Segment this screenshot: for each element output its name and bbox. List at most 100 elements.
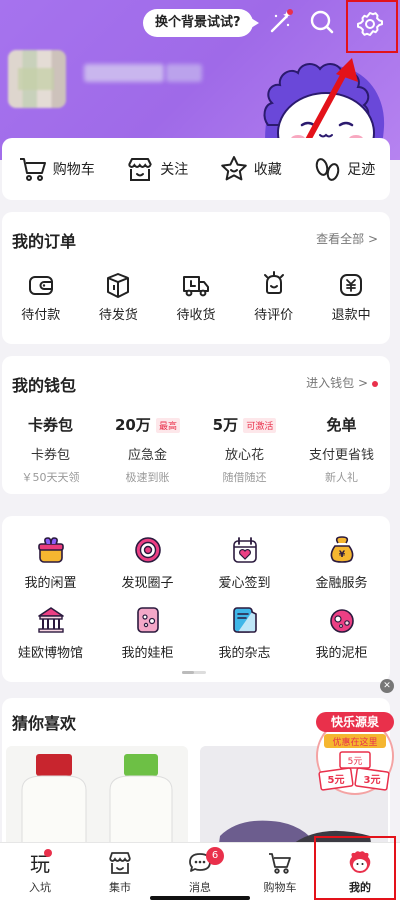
tab-cart-label: 购物车 (263, 881, 297, 894)
magazine-icon (232, 607, 257, 633)
promo-coupon-left: 5元 (328, 774, 345, 786)
doll-cabinet-icon (136, 607, 159, 633)
wallet-free-order-value: 免单 (326, 416, 357, 434)
quick-follow[interactable]: 关注 (124, 153, 188, 185)
tab-messages[interactable]: 6 消息 (160, 843, 240, 902)
clay-cabinet-icon (329, 609, 354, 633)
service-clay-cabinet-label: 我的泥柜 (315, 646, 368, 661)
quick-footprint-label: 足迹 (347, 162, 376, 178)
cart-icon (19, 158, 46, 181)
order-pending-shipment[interactable]: 待发货 (85, 270, 151, 323)
wallet-title: 我的钱包 (12, 376, 77, 395)
wallet-coupons[interactable]: 卡券包 卡券包 ￥50天天领 (6, 414, 96, 485)
order-refunding[interactable]: 退款中 (318, 270, 384, 323)
service-magazine[interactable]: 我的杂志 (201, 604, 289, 661)
service-idle-goods[interactable]: 我的闲置 (7, 534, 95, 591)
wallet-emergency-top: 20万 最高 (103, 414, 193, 438)
heart-calendar-icon (232, 537, 257, 563)
promo-title: 快乐源泉 (331, 714, 380, 729)
order-pending-receipt[interactable]: 待收货 (163, 270, 229, 323)
service-museum[interactable]: 娃欧博物馆 (7, 604, 95, 661)
wallet-credit-sub: 随借随还 (222, 471, 267, 484)
quick-footprint[interactable]: 足迹 (311, 153, 375, 185)
wallet-emergency-name: 应急金 (127, 448, 167, 463)
tab-market[interactable]: 集市 (80, 843, 160, 902)
tab-play-label: 入坑 (29, 881, 51, 894)
wallet-enter-link[interactable]: 进入钱包 > (306, 374, 378, 391)
money-bag-icon: ¥ (330, 536, 353, 563)
orders-title: 我的订单 (12, 232, 77, 251)
market-icon (109, 852, 131, 874)
mine-tab-highlight-box (314, 836, 396, 900)
review-icon (263, 271, 284, 294)
quick-favorites-label: 收藏 (253, 162, 282, 178)
order-pending-payment-label: 待付款 (21, 308, 61, 323)
order-pending-review-label: 待评价 (254, 308, 294, 323)
wallet-coupons-name: 卡券包 (30, 448, 70, 463)
wallet-credit[interactable]: 5万 可激活 放心花 随借随还 (200, 414, 290, 485)
truck-icon (182, 276, 209, 297)
tab-play[interactable]: 玩 入坑 (0, 843, 80, 902)
wallet-card: 我的钱包 进入钱包 > 卡券包 卡券包 ￥50天天领 20万 最高 应急金 极速… (2, 356, 390, 494)
wallet-free-order[interactable]: 免单 支付更省钱 新人礼 (297, 414, 387, 485)
search-icon[interactable] (308, 8, 336, 36)
wallet-enter-label: 进入钱包 > (306, 376, 368, 390)
wallet-emergency-badge: 最高 (156, 418, 181, 433)
settings-highlight-box (346, 0, 398, 53)
refund-icon (340, 274, 363, 296)
order-pending-receipt-label: 待收货 (176, 308, 216, 323)
quick-follow-label: 关注 (160, 162, 189, 178)
svg-text:¥: ¥ (338, 550, 345, 560)
close-icon[interactable]: ✕ (380, 679, 394, 693)
wallet-emergency-value: 20万 (114, 416, 151, 434)
orders-view-all-link[interactable]: 查看全部 > (316, 230, 378, 247)
service-doll-cabinet[interactable]: 我的娃柜 (104, 604, 192, 661)
orders-card: 我的订单 查看全部 > 待付款 待发货 待收货 待评价 退款中 (2, 212, 390, 344)
quick-links-card: 购物车 关注 收藏 足迹 (2, 138, 390, 200)
star-icon (220, 156, 247, 181)
change-background-tip[interactable]: 换个背景试试? (143, 9, 259, 37)
service-clay-cabinet[interactable]: 我的泥柜 (298, 604, 386, 661)
shop-icon (128, 158, 153, 181)
services-grid-card: 我的闲置 发现圈子 爱心签到 ¥ 金融服务 娃欧博物馆 我的娃柜 我的杂志 我的… (2, 516, 390, 682)
museum-icon (37, 607, 64, 633)
wallet-free-order-sub: 新人礼 (325, 471, 358, 484)
new-dot (44, 849, 52, 857)
cart-icon (269, 853, 291, 874)
annotation-arrow (305, 58, 358, 143)
promo-coupon-top: 5元 (348, 757, 363, 767)
wallet-coupons-sub: ￥50天天领 (21, 471, 80, 484)
order-refunding-label: 退款中 (331, 308, 371, 323)
service-doll-cabinet-label: 我的娃柜 (121, 646, 174, 661)
service-discover-circles-label: 发现圈子 (121, 576, 174, 591)
quick-cart[interactable]: 购物车 (17, 153, 95, 185)
footprint-icon (315, 158, 340, 181)
wallet-emergency[interactable]: 20万 最高 应急金 极速到账 (103, 414, 193, 485)
quick-favorites[interactable]: 收藏 (218, 153, 282, 185)
order-pending-payment[interactable]: 待付款 (8, 270, 74, 323)
username-blurred (84, 64, 164, 82)
service-finance[interactable]: ¥ 金融服务 (298, 534, 386, 591)
promo-coupon-right: 3元 (364, 774, 381, 786)
service-heart-checkin[interactable]: 爱心签到 (201, 534, 289, 591)
quick-cart-label: 购物车 (52, 162, 95, 178)
wallet-credit-name: 放心花 (224, 448, 264, 463)
grid-page-indicator (182, 671, 206, 674)
box-icon (107, 273, 130, 298)
wallet-coupons-value: 卡券包 (27, 416, 73, 434)
circle-icon (134, 537, 161, 563)
promo-float-banner[interactable]: 快乐源泉 优惠在这里 5元 5元 3元 (314, 710, 396, 800)
wallet-icon (28, 276, 53, 295)
tab-messages-label: 消息 (189, 881, 211, 894)
order-pending-review[interactable]: 待评价 (241, 270, 307, 323)
magic-wand-icon[interactable] (266, 8, 294, 36)
wallet-emergency-sub: 极速到账 (125, 471, 170, 484)
service-heart-checkin-label: 爱心签到 (218, 576, 271, 591)
order-pending-shipment-label: 待发货 (98, 308, 138, 323)
service-discover-circles[interactable]: 发现圈子 (104, 534, 192, 591)
tab-cart[interactable]: 购物车 (240, 843, 320, 902)
service-finance-label: 金融服务 (315, 576, 368, 591)
promo-subtitle: 优惠在这里 (332, 736, 377, 748)
avatar[interactable] (8, 50, 66, 108)
idle-goods-icon (37, 537, 64, 563)
